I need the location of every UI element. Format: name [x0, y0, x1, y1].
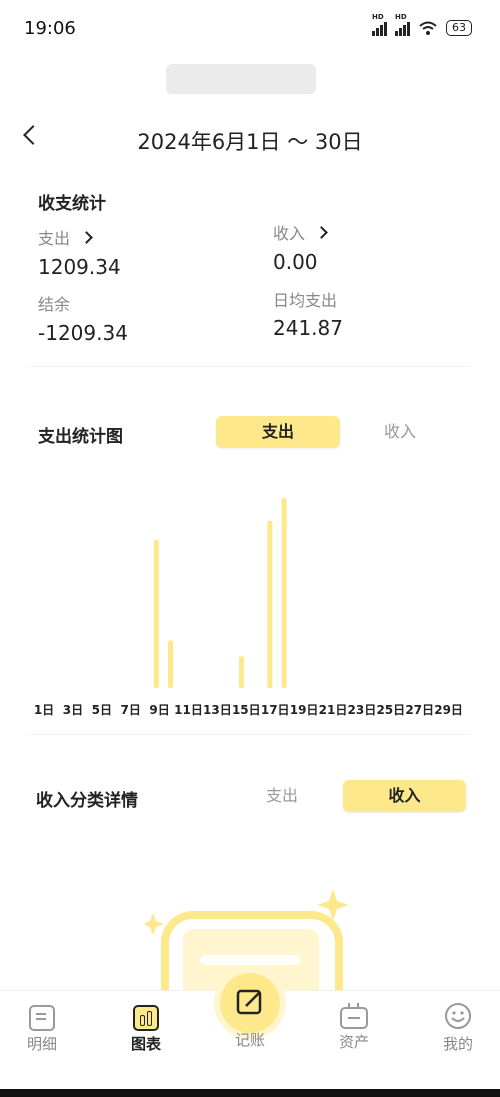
system-gesture-bar: [0, 1089, 500, 1097]
balance-label: 结余: [38, 295, 71, 314]
chart-x-tick: 5日: [92, 703, 112, 717]
smile-icon: [445, 1003, 471, 1029]
nav-item-details[interactable]: 明细: [2, 1005, 82, 1054]
chart-x-tick: 29日: [434, 703, 463, 717]
chart-svg: 1日 3日 5日 7日 9日 11日 13日 15日 17日 19日 21日 23日 25日 27日 29日: [34, 498, 463, 717]
chart-bar-11日[interactable]: [239, 656, 244, 688]
chart-x-tick: 23日: [348, 703, 377, 717]
status-bar: 19:06 HD HD 63: [0, 0, 500, 60]
status-icons: HD HD 63: [372, 13, 472, 36]
nav-item-mine[interactable]: 我的: [418, 1003, 498, 1054]
date-header: 2024年6月1日 ～ 30日: [0, 118, 500, 158]
expense-link[interactable]: 支出: [38, 225, 93, 249]
top-tab-selected[interactable]: [166, 64, 316, 94]
chart-x-tick: 7日: [121, 703, 141, 717]
income-label: 收入: [273, 224, 306, 243]
chart-x-tick: 1日: [34, 703, 54, 717]
stats-title: 收支统计: [38, 194, 106, 214]
chart-x-tick: 19日: [290, 703, 319, 717]
chevron-right-icon: [80, 231, 93, 244]
balance-value: -1209.34: [38, 321, 128, 345]
status-time: 19:06: [24, 18, 76, 39]
category-expense-toggle[interactable]: 支出: [238, 780, 326, 812]
chart-expense-toggle[interactable]: 支出: [216, 416, 340, 448]
chart-income-toggle[interactable]: 收入: [342, 416, 458, 448]
chart-bar-14日[interactable]: [281, 498, 287, 688]
daily-avg-label: 日均支出: [273, 291, 338, 310]
nav-item-chart[interactable]: 图表: [106, 1005, 186, 1054]
income-value: 0.00: [273, 250, 318, 274]
nav-label: 记账: [234, 1031, 265, 1049]
nav-item-record[interactable]: 记账: [210, 1027, 290, 1050]
chart-x-tick: 13日: [203, 703, 232, 717]
bottom-nav: 明细 图表 记账 资产 我的: [0, 973, 500, 1091]
chart-bar-5日[interactable]: [153, 539, 159, 688]
category-income-toggle[interactable]: 收入: [343, 780, 466, 812]
nav-label: 资产: [338, 1033, 369, 1051]
chart-x-tick: 3日: [63, 703, 83, 717]
nav-label: 图表: [130, 1035, 161, 1053]
chart-x-tick: 21日: [319, 703, 348, 717]
chart-bar-6日[interactable]: [168, 640, 173, 689]
divider: [30, 366, 470, 367]
signal-icon: HD: [372, 13, 387, 36]
divider: [30, 734, 470, 735]
wifi-icon: [419, 21, 437, 35]
wallet-icon: [340, 1003, 368, 1029]
battery-icon: 63: [446, 20, 472, 36]
list-icon: [29, 1005, 55, 1031]
nav-item-assets[interactable]: 资产: [314, 1003, 394, 1052]
nav-label: 我的: [442, 1035, 473, 1053]
edit-icon: [236, 989, 262, 1015]
expense-value: 1209.34: [38, 255, 121, 279]
expense-label: 支出: [38, 229, 71, 248]
date-range-title[interactable]: 2024年6月1日 ～ 30日: [0, 126, 500, 156]
chart-x-tick: 11日: [174, 703, 203, 717]
nav-label: 明细: [26, 1035, 57, 1053]
top-tab-strip: [0, 56, 500, 94]
chart-bar-13日[interactable]: [267, 520, 273, 688]
chart-x-tick: 27日: [405, 703, 434, 717]
chart-section-title: 支出统计图: [38, 427, 123, 447]
chevron-right-icon: [315, 226, 328, 239]
chart-x-tick: 15日: [232, 703, 261, 717]
chart-x-tick: 9日: [149, 703, 169, 717]
income-link[interactable]: 收入: [273, 220, 328, 244]
daily-avg-value: 241.87: [273, 316, 343, 340]
stats-summary: 收支统计 支出 1209.34 收入 0.00 结余 -1209.34 日均支出…: [38, 185, 468, 355]
add-record-button[interactable]: [220, 973, 280, 1033]
signal-icon: HD: [395, 13, 410, 36]
expense-bar-chart: 1日 3日 5日 7日 9日 11日 13日 15日 17日 19日 21日 23日 25日 27日 29日: [30, 470, 470, 730]
chart-x-tick: 25日: [376, 703, 405, 717]
chart-icon: [133, 1005, 159, 1031]
category-section-title: 收入分类详情: [36, 791, 138, 811]
chart-x-tick: 17日: [261, 703, 290, 717]
